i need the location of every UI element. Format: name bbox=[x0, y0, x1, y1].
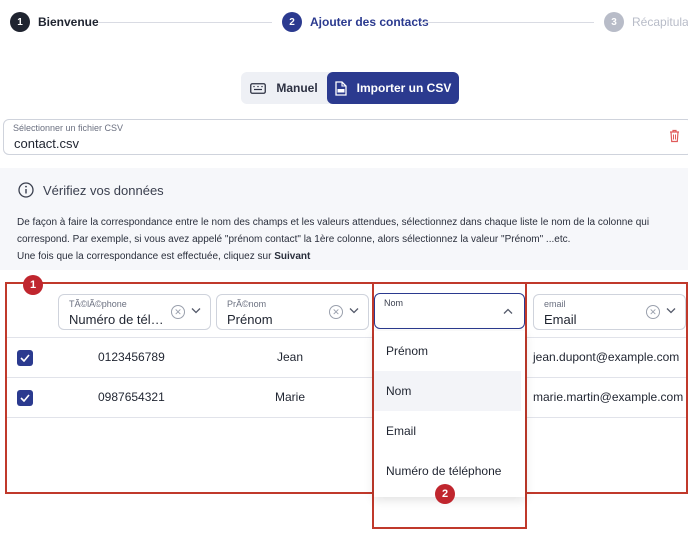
step-number: 3 bbox=[604, 12, 624, 32]
import-csv-button[interactable]: Importer un CSV bbox=[327, 72, 459, 104]
column-select-label: TÃ©lÃ©phone bbox=[69, 299, 127, 309]
column-select-value: Numéro de tél… bbox=[69, 312, 164, 327]
import-csv-label: Importer un CSV bbox=[356, 81, 452, 95]
chevron-down-icon bbox=[666, 308, 676, 314]
row-checkbox[interactable] bbox=[17, 350, 33, 366]
column-select-label: email bbox=[544, 299, 566, 309]
column-select-label: Nom bbox=[384, 298, 404, 308]
chevron-up-icon bbox=[503, 308, 513, 314]
verify-data-title: Vérifiez vos données bbox=[43, 182, 164, 198]
verify-data-heading: Vérifiez vos données bbox=[18, 182, 164, 198]
column-select-prenom[interactable]: PrÃ©nom Prénom ✕ bbox=[216, 294, 369, 330]
csv-file-icon bbox=[335, 80, 347, 96]
mode-toggle: Manuel Importer un CSV bbox=[241, 72, 459, 104]
menu-item-prenom[interactable]: Prénom bbox=[374, 331, 521, 371]
verify-data-panel: Vérifiez vos données De façon à faire la… bbox=[0, 168, 688, 270]
instructions-next: Une fois que la correspondance est effec… bbox=[17, 251, 272, 262]
annotation-badge-1: 1 bbox=[23, 275, 43, 295]
step-label: Ajouter des contacts bbox=[310, 15, 429, 29]
step-connector bbox=[98, 22, 272, 23]
column-select-telephone[interactable]: TÃ©lÃ©phone Numéro de tél… ✕ bbox=[58, 294, 211, 330]
step-label: Récapitulatif bbox=[632, 15, 688, 29]
cell-phone: 0123456789 bbox=[98, 350, 165, 364]
mapping-table: TÃ©lÃ©phone Numéro de tél… ✕ PrÃ©nom Pré… bbox=[5, 282, 688, 494]
column-select-label: PrÃ©nom bbox=[227, 299, 267, 309]
instructions-text: De façon à faire la correspondance entre… bbox=[17, 217, 650, 245]
keyboard-icon bbox=[250, 82, 267, 94]
instructions-next-bold: Suivant bbox=[274, 251, 311, 262]
trash-icon[interactable] bbox=[669, 129, 680, 143]
stepper: 1 Bienvenue 2 Ajouter des contacts 3 Réc… bbox=[0, 0, 688, 46]
column-select-email[interactable]: email Email ✕ bbox=[533, 294, 686, 330]
cell-phone: 0987654321 bbox=[98, 390, 165, 404]
column-select-nom[interactable]: Nom bbox=[374, 293, 525, 329]
clear-icon[interactable]: ✕ bbox=[329, 305, 343, 319]
annotation-badge-2: 2 bbox=[435, 484, 455, 504]
check-icon bbox=[20, 354, 30, 362]
clear-icon[interactable]: ✕ bbox=[646, 305, 660, 319]
clear-icon[interactable]: ✕ bbox=[171, 305, 185, 319]
step-recapitulatif[interactable]: 3 Récapitulatif bbox=[604, 12, 688, 32]
csv-file-field-value: contact.csv bbox=[14, 136, 80, 151]
menu-item-email[interactable]: Email bbox=[374, 411, 521, 451]
column-select-value: Email bbox=[544, 312, 577, 327]
cell-first-name: Marie bbox=[275, 390, 306, 404]
column-select-value: Prénom bbox=[227, 312, 273, 327]
table-row: 0123456789 Jean jean.dupont@example.com bbox=[7, 338, 686, 378]
row-checkbox[interactable] bbox=[17, 390, 33, 406]
csv-file-field[interactable]: Sélectionner un fichier CSV contact.csv bbox=[3, 119, 688, 155]
step-label: Bienvenue bbox=[38, 15, 99, 29]
step-connector bbox=[420, 22, 594, 23]
verify-data-instructions: De façon à faire la correspondance entre… bbox=[17, 214, 685, 265]
cell-email: jean.dupont@example.com bbox=[533, 350, 680, 364]
manual-mode-label: Manuel bbox=[276, 81, 318, 95]
chevron-down-icon bbox=[349, 308, 359, 314]
manual-mode-button[interactable]: Manuel bbox=[241, 72, 327, 104]
step-bienvenue[interactable]: 1 Bienvenue bbox=[10, 12, 99, 32]
cell-email: marie.martin@example.com bbox=[533, 390, 684, 404]
menu-item-nom[interactable]: Nom bbox=[374, 371, 521, 411]
step-ajouter-contacts[interactable]: 2 Ajouter des contacts bbox=[282, 12, 429, 32]
column-mapping-row: TÃ©lÃ©phone Numéro de tél… ✕ PrÃ©nom Pré… bbox=[7, 284, 686, 338]
column-options-menu: Prénom Nom Email Numéro de téléphone bbox=[374, 331, 525, 497]
info-icon bbox=[18, 182, 34, 198]
csv-file-field-label: Sélectionner un fichier CSV bbox=[13, 123, 124, 133]
check-icon bbox=[20, 394, 30, 402]
chevron-down-icon bbox=[191, 308, 201, 314]
step-number: 2 bbox=[282, 12, 302, 32]
step-number: 1 bbox=[10, 12, 30, 32]
table-row: 0987654321 Marie marie.martin@example.co… bbox=[7, 378, 686, 418]
cell-first-name: Jean bbox=[277, 350, 304, 364]
